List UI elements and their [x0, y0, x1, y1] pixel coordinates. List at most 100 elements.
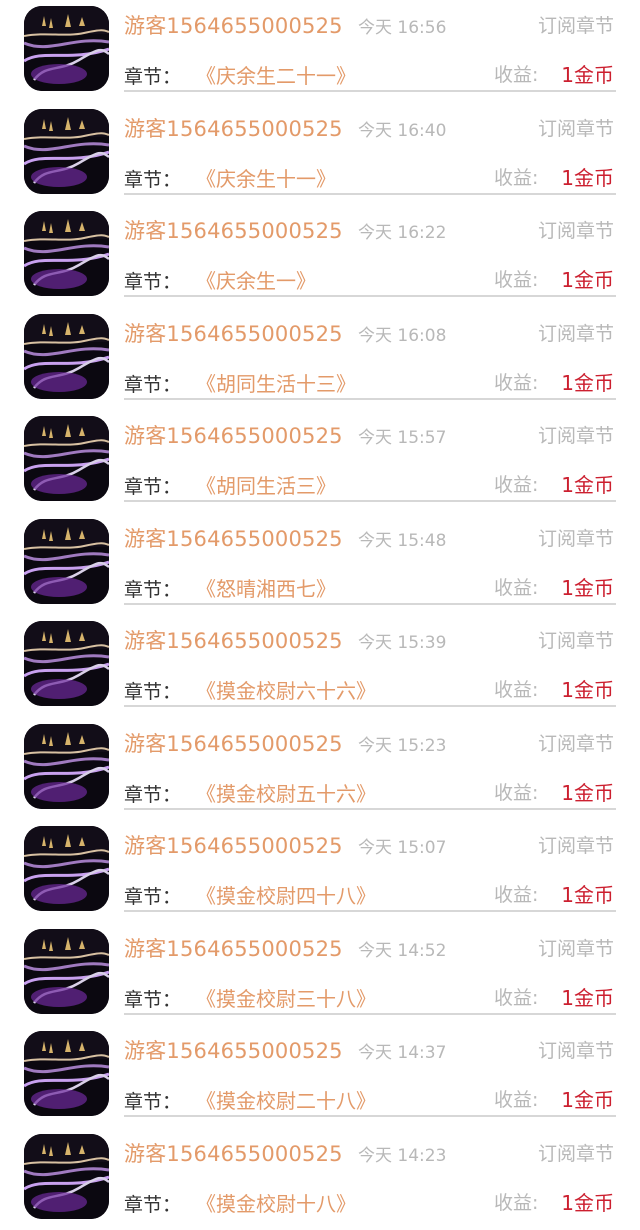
income-value: 1金币 [561, 469, 614, 498]
list-item[interactable]: 游客1564655000525 今天 15:48 订阅章节 章节： 《怒晴湘西七… [0, 513, 640, 616]
record-time: 今天 15:57 [358, 423, 446, 448]
income-value: 1金币 [561, 777, 614, 806]
income-value: 1金币 [561, 1187, 614, 1216]
income-label: 收益: [494, 880, 538, 907]
list-item[interactable]: 游客1564655000525 今天 15:57 订阅章节 章节： 《胡同生活三… [0, 410, 640, 513]
chapter-title: 《胡同生活三》 [196, 470, 336, 499]
chapter-title: 《庆余生十一》 [196, 163, 336, 192]
row-divider [124, 603, 616, 605]
chapter-label: 章节： [124, 62, 181, 89]
income-label: 收益: [494, 1085, 538, 1112]
chapter-title: 《摸金校尉五十六》 [196, 778, 376, 807]
record-action: 订阅章节 [538, 729, 614, 756]
chapter-title: 《胡同生活十三》 [196, 368, 356, 397]
chapter-label: 章节： [124, 1190, 181, 1217]
income-value: 1金币 [561, 674, 614, 703]
list-item[interactable]: 游客1564655000525 今天 16:56 订阅章节 章节： 《庆余生二十… [0, 0, 640, 103]
user-name: 游客1564655000525 [124, 728, 343, 758]
list-item[interactable]: 游客1564655000525 今天 16:08 订阅章节 章节： 《胡同生活十… [0, 308, 640, 411]
income-label: 收益: [494, 470, 538, 497]
chapter-label: 章节： [124, 1087, 181, 1114]
row-divider [124, 808, 616, 810]
income-label: 收益: [494, 778, 538, 805]
list-item[interactable]: 游客1564655000525 今天 16:22 订阅章节 章节： 《庆余生一》… [0, 205, 640, 308]
record-time: 今天 15:39 [358, 628, 446, 653]
list-item[interactable]: 游客1564655000525 今天 14:37 订阅章节 章节： 《摸金校尉二… [0, 1025, 640, 1128]
chapter-label: 章节： [124, 677, 181, 704]
income-label: 收益: [494, 265, 538, 292]
avatar-night-bridge-icon [24, 929, 109, 1014]
record-action: 订阅章节 [538, 319, 614, 346]
record-time: 今天 16:40 [358, 116, 446, 141]
chapter-label: 章节： [124, 267, 181, 294]
avatar-night-bridge-icon [24, 314, 109, 399]
avatar-night-bridge-icon [24, 1134, 109, 1219]
user-name: 游客1564655000525 [124, 215, 343, 245]
record-action: 订阅章节 [538, 1139, 614, 1166]
list-item[interactable]: 游客1564655000525 今天 15:23 订阅章节 章节： 《摸金校尉五… [0, 718, 640, 821]
record-action: 订阅章节 [538, 114, 614, 141]
chapter-title: 《庆余生一》 [196, 265, 316, 294]
user-name: 游客1564655000525 [124, 1138, 343, 1168]
row-divider [124, 193, 616, 195]
income-label: 收益: [494, 163, 538, 190]
record-action: 订阅章节 [538, 934, 614, 961]
row-divider [124, 705, 616, 707]
chapter-label: 章节： [124, 370, 181, 397]
user-name: 游客1564655000525 [124, 420, 343, 450]
record-action: 订阅章节 [538, 421, 614, 448]
user-name: 游客1564655000525 [124, 523, 343, 553]
avatar-night-bridge-icon [24, 519, 109, 604]
user-name: 游客1564655000525 [124, 318, 343, 348]
avatar-night-bridge-icon [24, 416, 109, 501]
avatar-night-bridge-icon [24, 6, 109, 91]
record-time: 今天 16:08 [358, 321, 446, 346]
avatar-night-bridge-icon [24, 1031, 109, 1116]
income-label: 收益: [494, 368, 538, 395]
chapter-title: 《摸金校尉二十八》 [196, 1085, 376, 1114]
record-time: 今天 14:23 [358, 1141, 446, 1166]
record-time: 今天 15:07 [358, 833, 446, 858]
list-item[interactable]: 游客1564655000525 今天 14:52 订阅章节 章节： 《摸金校尉三… [0, 923, 640, 1026]
income-value: 1金币 [561, 162, 614, 191]
list-item[interactable]: 游客1564655000525 今天 15:07 订阅章节 章节： 《摸金校尉四… [0, 820, 640, 923]
income-value: 1金币 [561, 264, 614, 293]
chapter-title: 《摸金校尉十八》 [196, 1188, 356, 1217]
chapter-title: 《摸金校尉四十八》 [196, 880, 376, 909]
chapter-title: 《庆余生二十一》 [196, 60, 356, 89]
user-name: 游客1564655000525 [124, 113, 343, 143]
subscription-record-list: 游客1564655000525 今天 16:56 订阅章节 章节： 《庆余生二十… [0, 0, 640, 1230]
record-time: 今天 15:48 [358, 526, 446, 551]
record-time: 今天 14:37 [358, 1038, 446, 1063]
record-action: 订阅章节 [538, 831, 614, 858]
income-value: 1金币 [561, 59, 614, 88]
chapter-title: 《摸金校尉三十八》 [196, 983, 376, 1012]
income-label: 收益: [494, 983, 538, 1010]
row-divider [124, 295, 616, 297]
list-item[interactable]: 游客1564655000525 今天 14:23 订阅章节 章节： 《摸金校尉十… [0, 1128, 640, 1230]
chapter-label: 章节： [124, 780, 181, 807]
record-action: 订阅章节 [538, 626, 614, 653]
income-value: 1金币 [561, 982, 614, 1011]
row-divider [124, 500, 616, 502]
record-time: 今天 16:22 [358, 218, 446, 243]
list-item[interactable]: 游客1564655000525 今天 16:40 订阅章节 章节： 《庆余生十一… [0, 103, 640, 206]
income-label: 收益: [494, 573, 538, 600]
income-value: 1金币 [561, 572, 614, 601]
user-name: 游客1564655000525 [124, 10, 343, 40]
record-time: 今天 15:23 [358, 731, 446, 756]
chapter-label: 章节： [124, 985, 181, 1012]
user-name: 游客1564655000525 [124, 933, 343, 963]
income-value: 1金币 [561, 1084, 614, 1113]
chapter-label: 章节： [124, 575, 181, 602]
row-divider [124, 1013, 616, 1015]
income-label: 收益: [494, 1188, 538, 1215]
chapter-title: 《摸金校尉六十六》 [196, 675, 376, 704]
chapter-label: 章节： [124, 165, 181, 192]
chapter-label: 章节： [124, 882, 181, 909]
income-value: 1金币 [561, 367, 614, 396]
list-item[interactable]: 游客1564655000525 今天 15:39 订阅章节 章节： 《摸金校尉六… [0, 615, 640, 718]
avatar-night-bridge-icon [24, 826, 109, 911]
record-time: 今天 14:52 [358, 936, 446, 961]
avatar-night-bridge-icon [24, 109, 109, 194]
